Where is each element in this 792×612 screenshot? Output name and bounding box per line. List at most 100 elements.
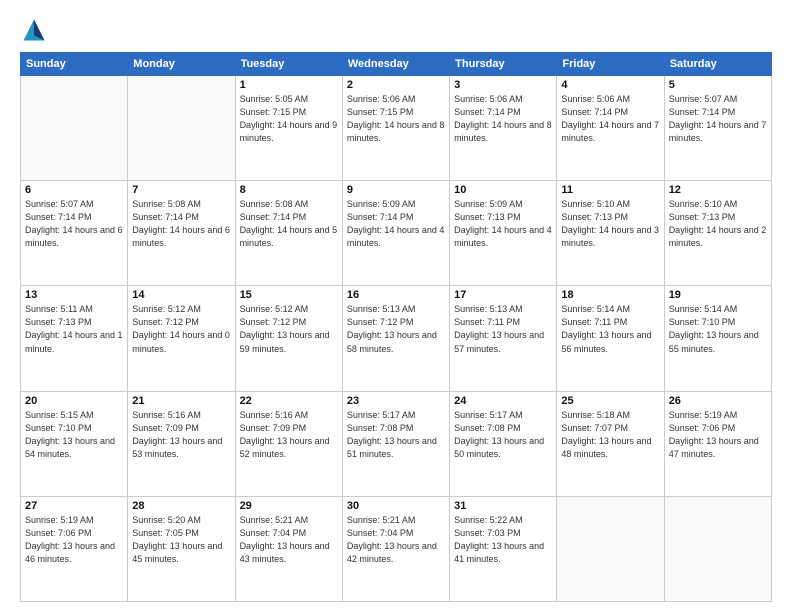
weekday-wednesday: Wednesday [342,53,449,76]
day-number: 18 [561,289,659,301]
calendar-cell: 14 Sunrise: 5:12 AM Sunset: 7:12 PM Dayli… [128,286,235,391]
cell-info: Sunrise: 5:12 AM Sunset: 7:12 PM Dayligh… [240,303,338,355]
day-number: 31 [454,500,552,512]
cell-info: Sunrise: 5:20 AM Sunset: 7:05 PM Dayligh… [132,514,230,566]
cell-info: Sunrise: 5:13 AM Sunset: 7:11 PM Dayligh… [454,303,552,355]
day-number: 21 [132,395,230,407]
week-row-1: 6Sunrise: 5:07 AM Sunset: 7:14 PM Daylig… [21,181,772,286]
week-row-4: 27 Sunrise: 5:19 AM Sunset: 7:06 PM Dayli… [21,496,772,601]
day-number: 10 [454,184,552,196]
calendar-cell: 20 Sunrise: 5:15 AM Sunset: 7:10 PM Dayli… [21,391,128,496]
calendar-cell: 2 Sunrise: 5:06 AM Sunset: 7:15 PM Daylig… [342,76,449,181]
calendar-cell: 31 Sunrise: 5:22 AM Sunset: 7:03 PM Dayli… [450,496,557,601]
day-number: 17 [454,289,552,301]
cell-info: Sunrise: 5:08 AM Sunset: 7:14 PM Dayligh… [132,198,230,250]
cell-info: Sunrise: 5:06 AM Sunset: 7:14 PM Dayligh… [561,93,659,145]
calendar-cell: 9Sunrise: 5:09 AM Sunset: 7:14 PM Daylig… [342,181,449,286]
week-row-2: 13 Sunrise: 5:11 AM Sunset: 7:13 PM Dayli… [21,286,772,391]
calendar-cell: 15 Sunrise: 5:12 AM Sunset: 7:12 PM Dayli… [235,286,342,391]
calendar-cell: 23 Sunrise: 5:17 AM Sunset: 7:08 PM Dayli… [342,391,449,496]
day-number: 19 [669,289,767,301]
cell-info: Sunrise: 5:15 AM Sunset: 7:10 PM Dayligh… [25,409,123,461]
header [20,16,772,44]
calendar-cell: 8 Sunrise: 5:08 AM Sunset: 7:14 PM Daylig… [235,181,342,286]
cell-info: Sunrise: 5:13 AM Sunset: 7:12 PM Dayligh… [347,303,445,355]
cell-info: Sunrise: 5:17 AM Sunset: 7:08 PM Dayligh… [347,409,445,461]
cell-info: Sunrise: 5:21 AM Sunset: 7:04 PM Dayligh… [240,514,338,566]
cell-info: Sunrise: 5:06 AM Sunset: 7:15 PM Dayligh… [347,93,445,145]
day-number: 22 [240,395,338,407]
cell-info: Sunrise: 5:07 AM Sunset: 7:14 PM Dayligh… [669,93,767,145]
weekday-tuesday: Tuesday [235,53,342,76]
day-number: 8 [240,184,338,196]
cell-info: Sunrise: 5:09 AM Sunset: 7:13 PM Dayligh… [454,198,552,250]
cell-info: Sunrise: 5:07 AM Sunset: 7:14 PM Dayligh… [25,198,123,250]
weekday-monday: Monday [128,53,235,76]
week-row-3: 20 Sunrise: 5:15 AM Sunset: 7:10 PM Dayli… [21,391,772,496]
cell-info: Sunrise: 5:22 AM Sunset: 7:03 PM Dayligh… [454,514,552,566]
cell-info: Sunrise: 5:10 AM Sunset: 7:13 PM Dayligh… [669,198,767,250]
calendar-cell [664,496,771,601]
calendar-body: 1Sunrise: 5:05 AM Sunset: 7:15 PM Daylig… [21,76,772,602]
cell-info: Sunrise: 5:10 AM Sunset: 7:13 PM Dayligh… [561,198,659,250]
cell-info: Sunrise: 5:16 AM Sunset: 7:09 PM Dayligh… [240,409,338,461]
day-number: 2 [347,79,445,91]
day-number: 13 [25,289,123,301]
day-number: 11 [561,184,659,196]
day-number: 9 [347,184,445,196]
day-number: 28 [132,500,230,512]
calendar-table: SundayMondayTuesdayWednesdayThursdayFrid… [20,52,772,602]
calendar-cell: 30Sunrise: 5:21 AM Sunset: 7:04 PM Dayli… [342,496,449,601]
calendar-cell: 24Sunrise: 5:17 AM Sunset: 7:08 PM Dayli… [450,391,557,496]
calendar-cell: 21 Sunrise: 5:16 AM Sunset: 7:09 PM Dayli… [128,391,235,496]
weekday-sunday: Sunday [21,53,128,76]
cell-info: Sunrise: 5:19 AM Sunset: 7:06 PM Dayligh… [25,514,123,566]
day-number: 25 [561,395,659,407]
day-number: 14 [132,289,230,301]
calendar-cell: 10 Sunrise: 5:09 AM Sunset: 7:13 PM Dayli… [450,181,557,286]
calendar-cell: 7 Sunrise: 5:08 AM Sunset: 7:14 PM Daylig… [128,181,235,286]
calendar-cell: 19 Sunrise: 5:14 AM Sunset: 7:10 PM Dayli… [664,286,771,391]
calendar-cell [128,76,235,181]
calendar-cell: 12 Sunrise: 5:10 AM Sunset: 7:13 PM Dayli… [664,181,771,286]
calendar-cell: 18 Sunrise: 5:14 AM Sunset: 7:11 PM Dayli… [557,286,664,391]
day-number: 27 [25,500,123,512]
day-number: 24 [454,395,552,407]
day-number: 30 [347,500,445,512]
cell-info: Sunrise: 5:08 AM Sunset: 7:14 PM Dayligh… [240,198,338,250]
day-number: 7 [132,184,230,196]
day-number: 1 [240,79,338,91]
calendar-cell: 17 Sunrise: 5:13 AM Sunset: 7:11 PM Dayli… [450,286,557,391]
calendar-cell: 16 Sunrise: 5:13 AM Sunset: 7:12 PM Dayli… [342,286,449,391]
calendar-cell: 3Sunrise: 5:06 AM Sunset: 7:14 PM Daylig… [450,76,557,181]
day-number: 5 [669,79,767,91]
page: SundayMondayTuesdayWednesdayThursdayFrid… [0,0,792,612]
calendar-cell: 11 Sunrise: 5:10 AM Sunset: 7:13 PM Dayli… [557,181,664,286]
cell-info: Sunrise: 5:16 AM Sunset: 7:09 PM Dayligh… [132,409,230,461]
calendar-cell [21,76,128,181]
weekday-header-row: SundayMondayTuesdayWednesdayThursdayFrid… [21,53,772,76]
day-number: 26 [669,395,767,407]
day-number: 23 [347,395,445,407]
calendar-cell: 13 Sunrise: 5:11 AM Sunset: 7:13 PM Dayli… [21,286,128,391]
day-number: 29 [240,500,338,512]
calendar-cell: 28 Sunrise: 5:20 AM Sunset: 7:05 PM Dayli… [128,496,235,601]
logo [20,16,52,44]
calendar-cell: 22 Sunrise: 5:16 AM Sunset: 7:09 PM Dayli… [235,391,342,496]
calendar-cell: 6Sunrise: 5:07 AM Sunset: 7:14 PM Daylig… [21,181,128,286]
day-number: 4 [561,79,659,91]
weekday-friday: Friday [557,53,664,76]
cell-info: Sunrise: 5:14 AM Sunset: 7:11 PM Dayligh… [561,303,659,355]
day-number: 12 [669,184,767,196]
day-number: 3 [454,79,552,91]
day-number: 15 [240,289,338,301]
cell-info: Sunrise: 5:18 AM Sunset: 7:07 PM Dayligh… [561,409,659,461]
logo-icon [20,16,48,44]
day-number: 20 [25,395,123,407]
day-number: 16 [347,289,445,301]
cell-info: Sunrise: 5:12 AM Sunset: 7:12 PM Dayligh… [132,303,230,355]
calendar-cell: 27 Sunrise: 5:19 AM Sunset: 7:06 PM Dayli… [21,496,128,601]
cell-info: Sunrise: 5:14 AM Sunset: 7:10 PM Dayligh… [669,303,767,355]
cell-info: Sunrise: 5:11 AM Sunset: 7:13 PM Dayligh… [25,303,123,355]
week-row-0: 1Sunrise: 5:05 AM Sunset: 7:15 PM Daylig… [21,76,772,181]
